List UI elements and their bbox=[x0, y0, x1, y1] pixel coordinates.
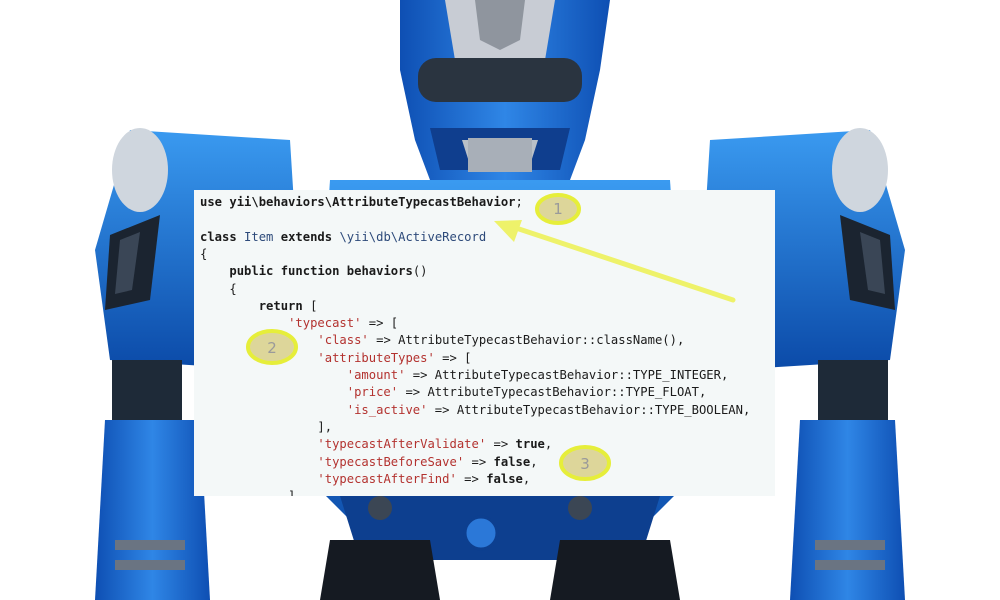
code-token: false bbox=[486, 471, 523, 486]
code-line: public function behaviors() bbox=[200, 262, 428, 280]
code-line: 'attributeTypes' => [ bbox=[200, 349, 472, 367]
code-token: 'typecastAfterValidate' bbox=[317, 437, 487, 452]
code-line: 'typecastBeforeSave' => false, bbox=[200, 453, 538, 471]
code-token: => bbox=[486, 437, 516, 452]
code-token: class bbox=[200, 229, 245, 244]
code-token: { bbox=[200, 246, 208, 261]
code-line: 'class' => AttributeTypecastBehavior::cl… bbox=[200, 331, 684, 349]
code-line: 'price' => AttributeTypecastBehavior::TY… bbox=[200, 383, 707, 401]
code-token: [ bbox=[302, 298, 318, 313]
code-token: 'typecast' bbox=[288, 316, 362, 331]
code-token: \yii\db\ActiveRecord bbox=[339, 229, 487, 244]
code-token: , bbox=[530, 454, 538, 469]
code-line: 'typecastAfterValidate' => true, bbox=[200, 435, 552, 453]
code-line: ], bbox=[200, 487, 303, 496]
code-line: 'is_active' => AttributeTypecastBehavior… bbox=[200, 401, 751, 419]
code-token: false bbox=[493, 454, 531, 469]
code-token: Item bbox=[244, 229, 274, 244]
code-line: use yii\behaviors\AttributeTypecastBehav… bbox=[200, 193, 523, 211]
code-token: 'typecastAfterFind' bbox=[317, 471, 457, 486]
code-token: 'class' bbox=[317, 333, 369, 348]
code-line: { bbox=[200, 245, 207, 263]
code-line: 'typecast' => [ bbox=[200, 314, 398, 332]
code-token: => AttributeTypecastBehavior::className(… bbox=[368, 333, 685, 348]
code-token: use bbox=[200, 195, 230, 209]
code-token: ; bbox=[515, 195, 523, 209]
code-line: class Item extends \yii\db\ActiveRecord bbox=[200, 228, 486, 246]
code-token: 'price' bbox=[346, 385, 399, 400]
code-line: 'typecastAfterFind' => false, bbox=[200, 470, 530, 488]
robot-head bbox=[400, 0, 610, 180]
code-token: yii\behaviors\AttributeTypecastBehavior bbox=[229, 195, 516, 209]
code-token: { bbox=[200, 281, 237, 296]
code-token: => AttributeTypecastBehavior::TYPE_INTEG… bbox=[405, 368, 729, 382]
code-token: () bbox=[412, 264, 428, 279]
code-token: => AttributeTypecastBehavior::TYPE_BOOLE… bbox=[427, 402, 751, 417]
code-token: => bbox=[464, 454, 494, 469]
code-token: 'is_active' bbox=[346, 402, 428, 417]
code-token: ], bbox=[200, 419, 333, 434]
code-token: => [ bbox=[361, 316, 399, 331]
code-token: => AttributeTypecastBehavior::TYPE_FLOAT… bbox=[398, 385, 707, 400]
code-token: behaviors bbox=[346, 264, 413, 279]
code-token: 'amount' bbox=[346, 368, 406, 382]
code-token: => bbox=[456, 471, 487, 486]
code-token: , bbox=[522, 471, 531, 486]
robot-waist bbox=[320, 496, 680, 600]
code-line: return [ bbox=[200, 297, 318, 315]
code-token: 'attributeTypes' bbox=[317, 350, 435, 365]
code-line: 'amount' => AttributeTypecastBehavior::T… bbox=[200, 366, 729, 384]
code-token: public function bbox=[229, 264, 347, 279]
code-token: , bbox=[544, 437, 553, 452]
code-token: ], bbox=[200, 489, 303, 496]
code-snippet-panel: use yii\behaviors\AttributeTypecastBehav… bbox=[194, 190, 775, 496]
code-line: ], bbox=[200, 418, 332, 436]
code-token: return bbox=[258, 298, 303, 313]
code-token: => [ bbox=[434, 350, 472, 365]
code-line: { bbox=[200, 280, 237, 298]
code-token: true bbox=[515, 437, 545, 452]
code-token: extends bbox=[273, 229, 340, 244]
code-token: 'typecastBeforeSave' bbox=[317, 454, 465, 469]
